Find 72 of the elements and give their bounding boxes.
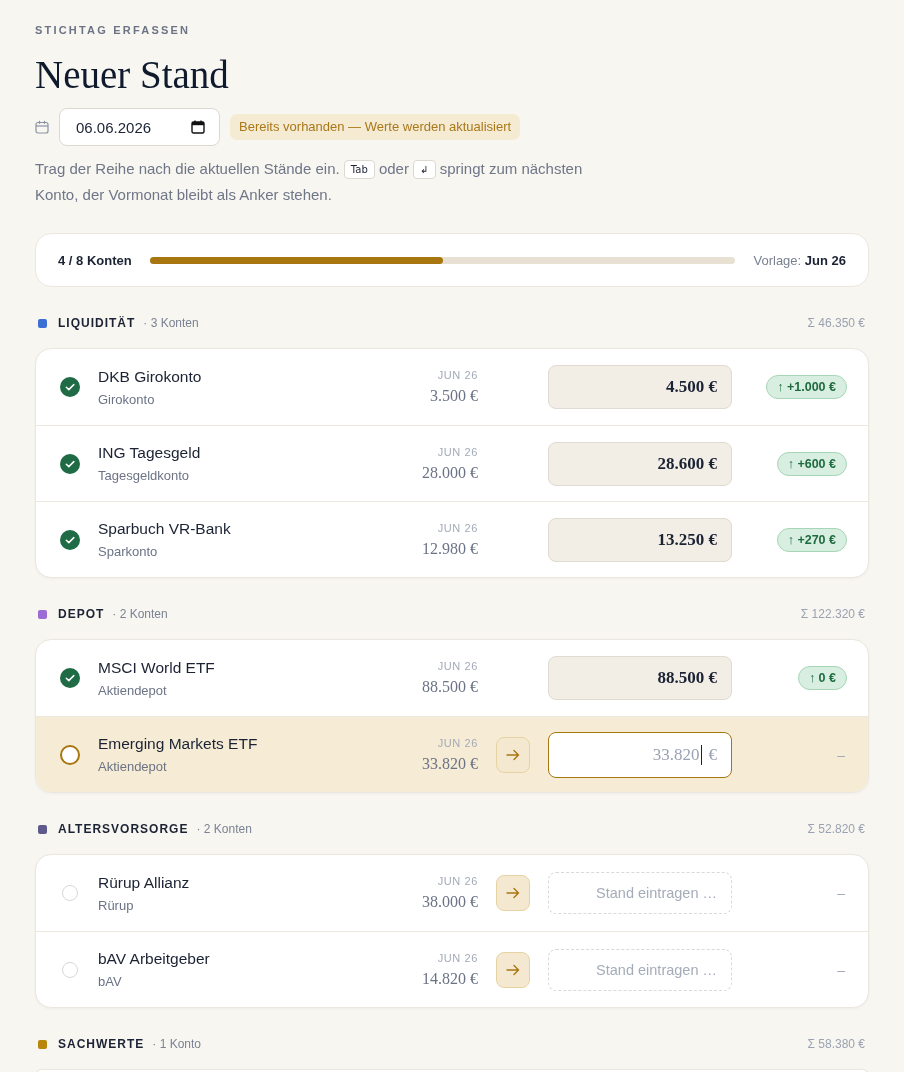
calendar-icon[interactable] xyxy=(191,120,205,134)
account-type: Aktiendepot xyxy=(98,681,168,699)
keyboard-key: Tab xyxy=(343,160,375,179)
change-dash: – xyxy=(837,885,846,901)
amount-field[interactable]: 13.250 € xyxy=(548,517,732,562)
group-count: · 2 Konten xyxy=(112,607,168,621)
change-badge: ↑ 0 € xyxy=(797,666,847,690)
arrow-right-icon xyxy=(506,963,520,976)
calendar-icon xyxy=(35,120,49,134)
carry-over-button[interactable] xyxy=(496,951,530,988)
account-name: Rürup Allianz xyxy=(98,872,191,893)
group-count: · 2 Konten xyxy=(196,822,252,836)
account-name: Sparbuch VR-Bank xyxy=(98,519,232,539)
account-name: bAV Arbeitgeber xyxy=(98,949,211,969)
progress-count: 4 / 8 Konten xyxy=(58,252,132,268)
carry-over-button[interactable] xyxy=(496,736,530,773)
group-title: DEPOT xyxy=(58,607,105,621)
hint-text: oder xyxy=(378,160,409,177)
template-label: Vorlage: Jun 26 xyxy=(753,252,846,268)
notice-badge: Bereits vorhanden — Werte werden aktualisiert xyxy=(230,114,521,140)
account-type: Aktiendepot xyxy=(98,758,168,775)
date-field[interactable]: 06.06.2026 xyxy=(59,108,220,146)
previous-value: 14.820 € xyxy=(421,968,478,989)
account-name: DKB Girokonto xyxy=(98,366,203,387)
previous-value: 12.980 € xyxy=(421,538,478,559)
change-badge: ↑ +270 € xyxy=(776,527,847,552)
amount-field[interactable]: 4.500 € xyxy=(548,365,732,409)
group-sum: Σ 46.350 € xyxy=(807,316,865,330)
keyboard-key: ↲ xyxy=(413,160,436,179)
group-count: · 3 Konten xyxy=(143,316,199,330)
account-name: Emerging Markets ETF xyxy=(98,734,259,754)
previous-value: 38.000 € xyxy=(421,892,478,912)
account-type: Rürup xyxy=(98,896,135,914)
account-type: Sparkonto xyxy=(98,543,159,560)
previous-value: 33.820 € xyxy=(421,753,478,774)
amount-field[interactable]: 88.500 € xyxy=(548,656,732,700)
group-sum: Σ 58.380 € xyxy=(807,1037,865,1051)
group-sum: Σ 122.320 € xyxy=(800,607,865,621)
change-dash: – xyxy=(837,961,846,978)
previous-month-label: JUN 26 xyxy=(436,950,478,965)
previous-month-label: JUN 26 xyxy=(436,874,478,888)
account-type: bAV xyxy=(98,973,123,990)
previous-value: 28.000 € xyxy=(421,462,478,483)
hint-text: Konto, der Vormonat bleibt als Anker stehen. xyxy=(35,186,332,203)
arrow-right-icon xyxy=(506,887,520,899)
change-dash: – xyxy=(837,746,846,763)
previous-value: 88.500 € xyxy=(421,677,478,697)
previous-month-label: JUN 26 xyxy=(436,659,478,673)
account-type: Girokonto xyxy=(98,390,156,408)
group-count: · 1 Konto xyxy=(152,1037,202,1051)
group-title: ALTERSVORSORGE xyxy=(58,822,189,836)
arrow-right-icon xyxy=(506,748,520,761)
amount-field[interactable]: 28.600 € xyxy=(548,441,732,486)
previous-month-label: JUN 26 xyxy=(436,735,478,750)
carry-over-button[interactable] xyxy=(496,875,530,911)
account-type: Tagesgeldkonto xyxy=(98,467,191,484)
previous-month-label: JUN 26 xyxy=(436,368,478,382)
account-name: MSCI World ETF xyxy=(98,657,216,678)
previous-value: 3.500 € xyxy=(429,386,478,406)
group-title: LIQUIDITÄT xyxy=(58,316,136,330)
group-title: SACHWERTE xyxy=(58,1037,145,1051)
text-cursor-icon xyxy=(700,744,702,765)
account-name: ING Tagesgeld xyxy=(98,443,202,463)
change-badge: ↑ +600 € xyxy=(776,451,847,476)
hint-text: Trag der Reihe nach die aktuellen Stände ein. xyxy=(35,160,340,177)
group-sum: Σ 52.820 € xyxy=(807,822,865,836)
page-eyebrow: STICHTAG ERFASSEN xyxy=(35,23,192,38)
change-badge: ↑ +1.000 € xyxy=(766,375,847,399)
hint-text: springt zum nächsten xyxy=(439,160,583,177)
previous-month-label: JUN 26 xyxy=(436,520,478,535)
previous-month-label: JUN 26 xyxy=(436,444,478,459)
page-title: Neuer Stand xyxy=(35,52,230,98)
